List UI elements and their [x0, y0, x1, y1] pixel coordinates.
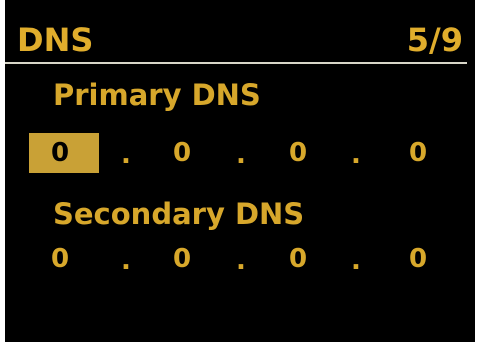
octet-separator: . — [351, 246, 361, 276]
primary-dns-octet-2[interactable]: 0 — [165, 133, 199, 173]
primary-dns-label: Primary DNS — [53, 78, 261, 112]
octet-separator: . — [121, 246, 131, 276]
title-bar: DNS 5/9 — [5, 0, 475, 62]
secondary-dns-address: 0 . 0 . 0 . 0 — [5, 239, 475, 279]
primary-dns-octet-3[interactable]: 0 — [281, 133, 315, 173]
primary-dns-octet-4[interactable]: 0 — [401, 133, 435, 173]
octet-separator: . — [351, 140, 361, 170]
secondary-dns-label: Secondary DNS — [53, 197, 305, 231]
device-screen: DNS 5/9 Primary DNS 0 . 0 . 0 . 0 Second… — [5, 0, 475, 342]
primary-dns-octet-1[interactable]: 0 — [29, 133, 99, 173]
secondary-dns-octet-4[interactable]: 0 — [401, 239, 435, 279]
octet-separator: . — [236, 140, 246, 170]
page-indicator: 5/9 — [406, 21, 463, 59]
octet-separator: . — [121, 140, 131, 170]
secondary-dns-octet-1[interactable]: 0 — [29, 239, 99, 279]
secondary-dns-octet-3[interactable]: 0 — [281, 239, 315, 279]
title-divider — [5, 62, 467, 64]
secondary-dns-octet-2[interactable]: 0 — [165, 239, 199, 279]
screen-title: DNS — [17, 21, 94, 59]
octet-separator: . — [236, 246, 246, 276]
primary-dns-address: 0 . 0 . 0 . 0 — [5, 133, 475, 173]
